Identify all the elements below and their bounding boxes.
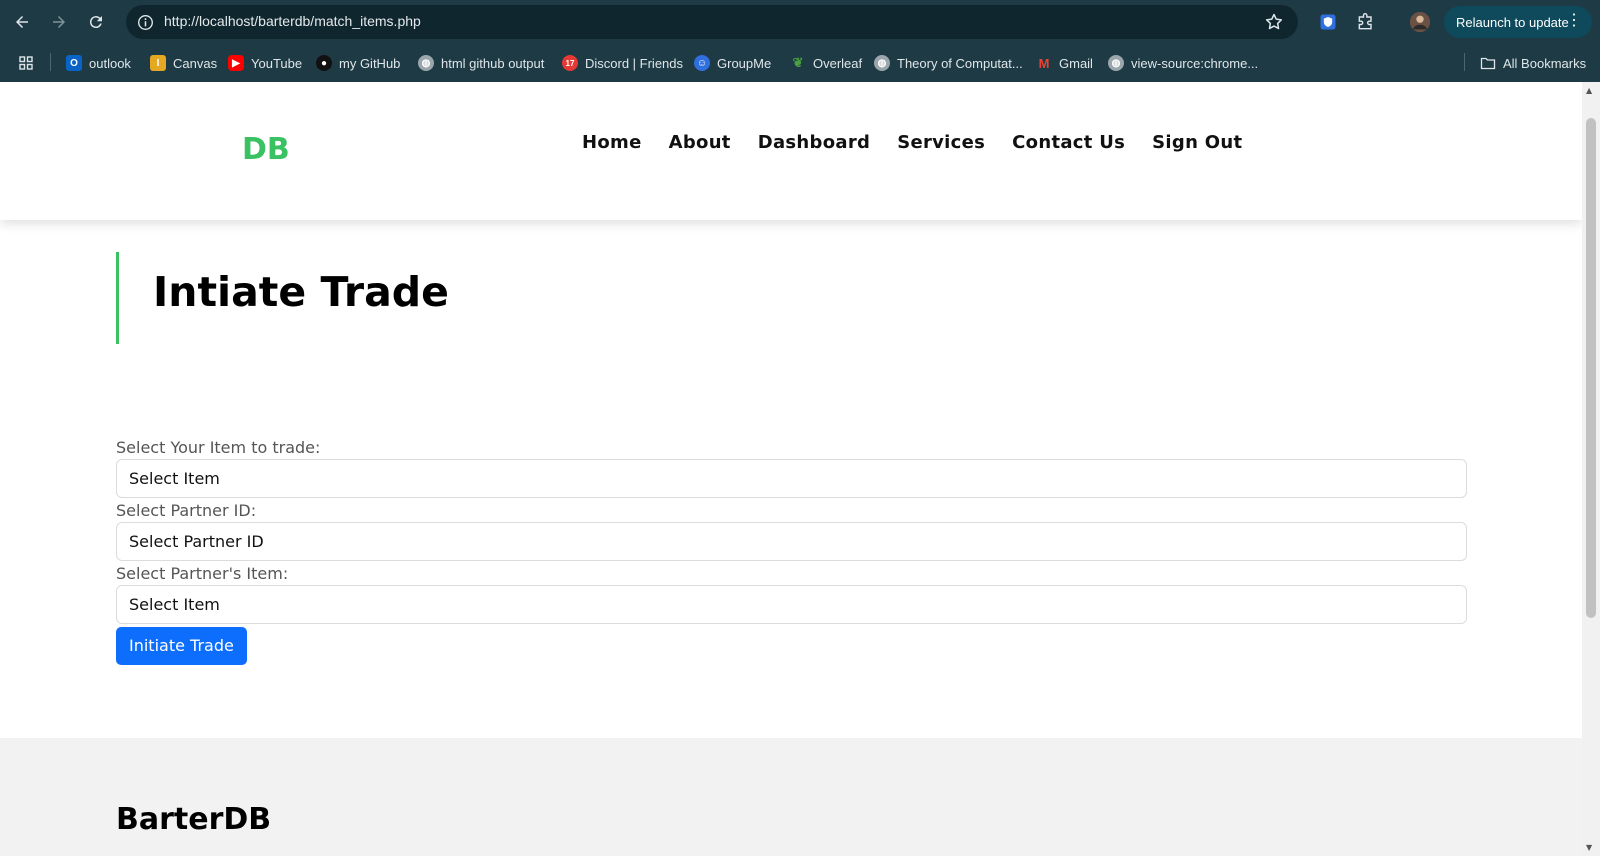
github-icon: ● — [316, 55, 332, 71]
globe-icon: ◍ — [1108, 55, 1124, 71]
bookmark-star-icon[interactable] — [1264, 12, 1284, 32]
all-bookmarks-button[interactable]: All Bookmarks — [1480, 53, 1586, 73]
address-bar[interactable]: http://localhost/barterdb/match_items.ph… — [126, 5, 1298, 39]
nav-home[interactable]: Home — [582, 132, 642, 153]
bookmark-divider — [50, 53, 51, 71]
page-title: Intiate Trade — [153, 268, 449, 316]
main-nav: Home About Dashboard Services Contact Us… — [582, 132, 1242, 153]
bookmark-label: html github output — [441, 55, 545, 71]
scroll-down-arrow-icon[interactable]: ▼ — [1586, 843, 1592, 852]
bookmark-label: GroupMe — [717, 55, 772, 71]
bookmark-label: Overleaf — [813, 55, 863, 71]
bookmark-label: Canvas — [173, 55, 218, 71]
canvas-icon: I — [150, 55, 166, 71]
overleaf-icon: ❦ — [792, 55, 804, 70]
bookmark-gmail[interactable]: M Gmail — [1036, 53, 1093, 73]
site-header: DB Home About Dashboard Services Contact… — [0, 82, 1582, 220]
back-button[interactable] — [8, 8, 36, 36]
forward-arrow-icon — [53, 16, 65, 28]
discord-icon: 17 — [562, 55, 578, 71]
browser-chrome: http://localhost/barterdb/match_items.ph… — [0, 0, 1600, 82]
nav-about[interactable]: About — [669, 132, 731, 153]
forward-button[interactable] — [45, 8, 73, 36]
extension-shield-icon[interactable] — [1316, 10, 1340, 34]
partner-item-label: Select Partner's Item: — [116, 564, 289, 583]
trade-form: Select Your Item to trade: Select Item S… — [116, 437, 1467, 665]
relaunch-label: Relaunch to update — [1456, 14, 1569, 30]
bookmark-github[interactable]: ● my GitHub — [316, 53, 400, 73]
partner-item-select[interactable]: Select Item — [116, 585, 1467, 624]
footer-title: BarterDB — [116, 802, 272, 837]
bookmark-label: my GitHub — [339, 55, 401, 71]
bookmark-label: Theory of Computat... — [897, 55, 1023, 71]
bookmark-outlook[interactable]: O outlook — [66, 53, 131, 73]
bookmarks-bar: O outlook I Canvas ▶ YouTube ● my GitHub… — [0, 44, 1600, 82]
title-block: Intiate Trade — [116, 252, 716, 344]
nav-services[interactable]: Services — [897, 132, 985, 153]
bookmark-label: YouTube — [251, 55, 303, 71]
url-text[interactable]: http://localhost/barterdb/match_items.ph… — [164, 13, 421, 29]
scrollbar-thumb[interactable] — [1586, 118, 1596, 618]
gmail-icon: M — [1038, 55, 1050, 71]
bookmark-divider — [1464, 53, 1465, 71]
bookmark-groupme[interactable]: ☺ GroupMe — [694, 53, 771, 73]
relaunch-update-button[interactable]: Relaunch to update ⋮ — [1444, 6, 1592, 38]
bookmark-canvas[interactable]: I Canvas — [150, 53, 217, 73]
folder-icon — [1480, 57, 1496, 70]
page-viewport: DB Home About Dashboard Services Contact… — [0, 82, 1582, 856]
bookmark-label: Gmail — [1059, 55, 1093, 71]
back-arrow-icon — [16, 16, 28, 28]
partner-id-select[interactable]: Select Partner ID — [116, 522, 1467, 561]
outlook-icon: O — [66, 55, 82, 71]
nav-sign-out[interactable]: Sign Out — [1152, 132, 1242, 153]
bookmark-label: Discord | Friends — [585, 55, 684, 71]
site-info-icon[interactable] — [134, 11, 156, 33]
youtube-icon: ▶ — [228, 55, 244, 71]
site-logo[interactable]: DB — [242, 132, 290, 167]
globe-icon: ◍ — [874, 55, 890, 71]
bookmark-discord[interactable]: 17 Discord | Friends — [562, 53, 683, 73]
extensions-puzzle-icon[interactable] — [1354, 10, 1378, 34]
menu-dots-icon: ⋮ — [1566, 12, 1582, 29]
bookmark-label: view-source:chrome... — [1131, 55, 1259, 71]
browser-toolbar: http://localhost/barterdb/match_items.ph… — [0, 0, 1600, 44]
bookmark-theory-of-computation[interactable]: ◍ Theory of Computat... — [874, 53, 1023, 73]
nav-dashboard[interactable]: Dashboard — [758, 132, 870, 153]
initiate-trade-button[interactable]: Initiate Trade — [116, 627, 247, 665]
reload-icon — [89, 16, 102, 29]
your-item-label: Select Your Item to trade: — [116, 438, 321, 457]
your-item-select[interactable]: Select Item — [116, 459, 1467, 498]
nav-contact-us[interactable]: Contact Us — [1012, 132, 1125, 153]
bookmark-overleaf[interactable]: ❦ Overleaf — [790, 53, 863, 73]
site-footer: BarterDB — [0, 738, 1582, 856]
groupme-icon: ☺ — [694, 55, 710, 71]
bookmark-youtube[interactable]: ▶ YouTube — [228, 53, 302, 73]
bookmark-html-github-output[interactable]: ◍ html github output — [418, 53, 544, 73]
bookmark-label: outlook — [89, 55, 131, 71]
apps-grid-icon[interactable] — [18, 53, 34, 73]
bookmark-view-source[interactable]: ◍ view-source:chrome... — [1108, 53, 1258, 73]
partner-id-label: Select Partner ID: — [116, 501, 257, 520]
reload-button[interactable] — [82, 8, 110, 36]
scroll-up-arrow-icon[interactable]: ▲ — [1586, 86, 1592, 95]
globe-icon: ◍ — [418, 55, 434, 71]
profile-avatar[interactable] — [1408, 10, 1432, 34]
all-bookmarks-label: All Bookmarks — [1503, 55, 1587, 71]
page-scrollbar[interactable]: ▲ ▼ — [1582, 82, 1600, 856]
